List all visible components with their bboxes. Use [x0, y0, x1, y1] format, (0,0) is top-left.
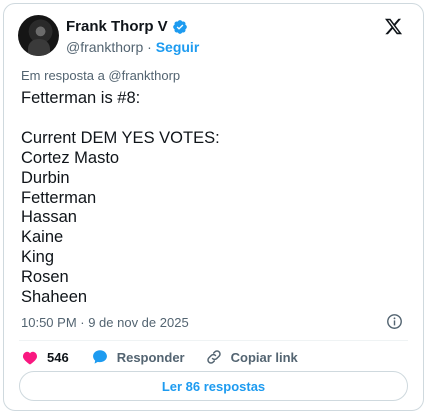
author-name[interactable]: Frank Thorp V: [66, 18, 168, 35]
verified-badge-icon: [172, 19, 187, 34]
reply-label: Responder: [116, 349, 185, 365]
timestamp[interactable]: 10:50 PM · 9 de nov de 2025: [21, 315, 189, 330]
info-icon[interactable]: [386, 313, 403, 330]
tweet-card: Frank Thorp V @frankthorp · Seguir Em re…: [3, 3, 424, 411]
read-replies-button[interactable]: Ler 86 respostas: [19, 371, 408, 401]
reply-context[interactable]: Em resposta a @frankthorp: [21, 68, 180, 83]
author-name-row: Frank Thorp V: [66, 18, 188, 35]
handle-separator: ·: [143, 39, 156, 55]
reply-bubble-icon: [92, 350, 107, 364]
action-bar: 546 Responder Copiar link: [21, 348, 316, 366]
copy-link-button[interactable]: Copiar link: [205, 348, 298, 366]
follow-button[interactable]: Seguir: [156, 39, 200, 55]
like-button[interactable]: 546: [21, 348, 69, 366]
tweet-text: Fetterman is #8: Current DEM YES VOTES: …: [21, 89, 220, 307]
link-icon: [206, 350, 221, 364]
copy-link-label: Copiar link: [230, 349, 298, 365]
read-replies-label: Ler 86 respostas: [161, 378, 266, 394]
reply-button[interactable]: Responder: [91, 348, 185, 366]
avatar[interactable]: [18, 15, 59, 56]
x-logo-icon[interactable]: [384, 17, 403, 36]
author-handle[interactable]: @frankthorp: [66, 39, 143, 55]
like-count: 546: [47, 349, 69, 365]
heart-icon: [22, 351, 38, 365]
handle-row: @frankthorp · Seguir: [66, 39, 199, 55]
divider: [19, 340, 408, 341]
